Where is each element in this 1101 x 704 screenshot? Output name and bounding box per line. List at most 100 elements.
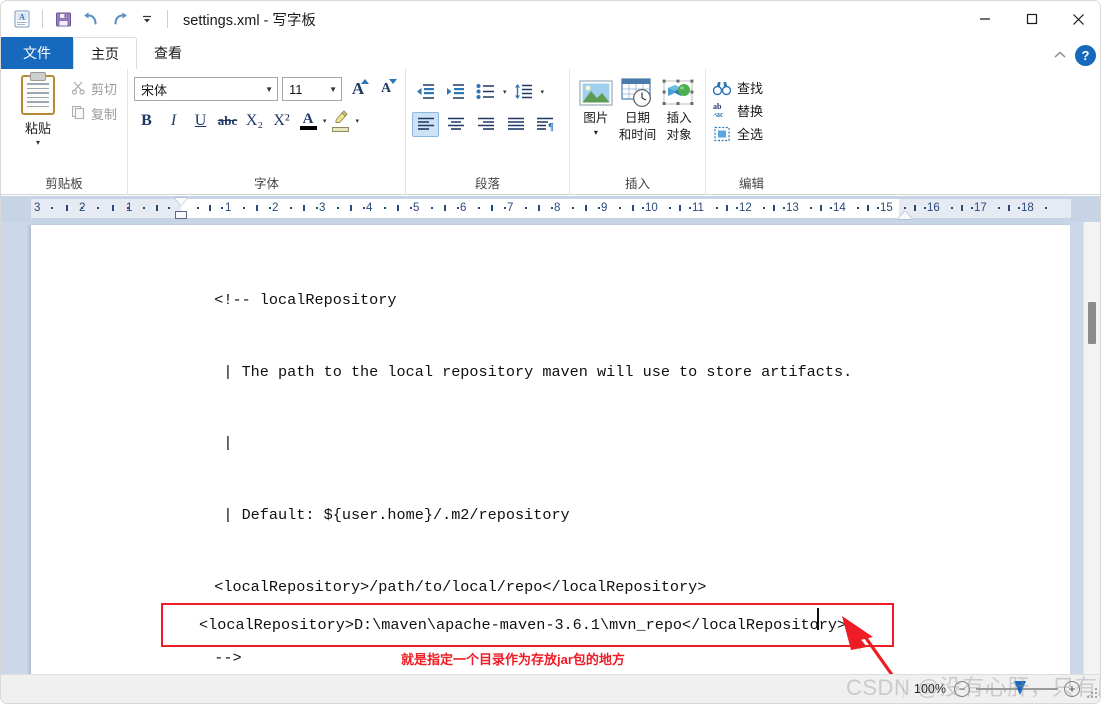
text-color-label: A — [302, 110, 314, 127]
copy-icon — [71, 105, 86, 123]
triangle-down-icon — [389, 79, 397, 84]
first-line-indent-marker[interactable] — [175, 198, 187, 206]
ribbon-group-clipboard: 粘贴 ▾ 剪切 复制 剪贴板 — [1, 69, 127, 195]
customize-qat-button[interactable] — [134, 6, 160, 32]
text-color-button[interactable]: A — [296, 110, 320, 130]
copy-button[interactable]: 复制 — [71, 104, 117, 123]
highlight-color-button[interactable] — [329, 109, 353, 132]
strikethrough-button[interactable]: abc — [215, 108, 240, 133]
zoom-level-label: 100% — [914, 682, 946, 696]
insert-picture-label: 图片 — [583, 111, 609, 125]
align-center-button[interactable] — [442, 112, 469, 137]
italic-button[interactable]: I — [161, 108, 186, 133]
insert-datetime-button[interactable]: 日期 和时间 — [618, 73, 658, 143]
replace-button[interactable]: ab ac 替换 — [712, 101, 763, 120]
ruler-tick: 2 — [272, 202, 279, 214]
paste-button[interactable]: 粘贴 ▾ — [7, 73, 69, 147]
underline-button[interactable]: U — [188, 108, 213, 133]
font-size-select[interactable]: 11 ▼ — [282, 77, 342, 101]
scrollbar-thumb[interactable] — [1088, 302, 1096, 344]
paragraph-group-label: 段落 — [474, 177, 500, 191]
highlighter-icon — [333, 109, 349, 127]
text-color-dropdown-icon[interactable]: ▾ — [323, 117, 327, 125]
tab-view[interactable]: 查看 — [137, 37, 199, 69]
paragraph-marks-button[interactable]: ¶ — [532, 112, 559, 137]
ruler-tick: 1 — [225, 202, 232, 214]
vertical-scrollbar[interactable] — [1083, 222, 1100, 676]
undo-button[interactable] — [78, 6, 104, 32]
bullet-list-button[interactable] — [472, 79, 499, 104]
maximize-button[interactable] — [1008, 1, 1055, 37]
resize-grip[interactable] — [1087, 688, 1099, 700]
find-button[interactable]: 查找 — [712, 78, 763, 97]
close-button[interactable] — [1055, 1, 1100, 37]
ruler-tick: 14 — [833, 202, 846, 214]
cut-label: 剪切 — [91, 82, 118, 97]
document-title: settings.xml - 写字板 — [183, 12, 316, 29]
insert-picture-button[interactable]: 图片 ▾ — [576, 73, 616, 137]
ruler-tick: 4 — [366, 202, 373, 214]
bold-button[interactable]: B — [134, 108, 159, 133]
tab-home[interactable]: 主页 — [73, 37, 137, 69]
svg-text:A: A — [19, 13, 25, 22]
collapse-ribbon-icon[interactable] — [1053, 48, 1067, 63]
paragraph-row-1: ▾ ▾ — [412, 73, 544, 104]
shrink-font-button[interactable]: A — [374, 77, 398, 101]
ruler-tick: 7 — [507, 202, 514, 214]
ribbon-group-insert: 图片 ▾ 日期 和时间 插入 对象 插入 — [569, 69, 705, 195]
wordpad-window: A settings.xml - 写字板 文件 主页 查看 ? 粘贴 ▾ 剪切 … — [0, 0, 1101, 704]
align-right-button[interactable] — [472, 112, 499, 137]
bullet-dropdown-icon[interactable]: ▾ — [503, 88, 507, 96]
right-indent-marker[interactable] — [898, 211, 912, 219]
highlight-dropdown-icon[interactable]: ▾ — [356, 117, 360, 125]
font-family-select[interactable]: 宋体 ▼ — [134, 77, 278, 101]
subscript-button[interactable]: X₂ — [242, 108, 267, 133]
align-justify-button[interactable] — [502, 112, 529, 137]
redo-button[interactable] — [106, 6, 132, 32]
ribbon-group-paragraph: ▾ ▾ ¶ 段落 — [405, 69, 569, 195]
replace-icon: ab ac — [712, 102, 732, 120]
save-button[interactable] — [50, 6, 76, 32]
insert-picture-dropdown-icon[interactable]: ▾ — [594, 128, 598, 137]
insert-datetime-label: 日期 — [625, 111, 651, 125]
line-spacing-button[interactable] — [510, 79, 537, 104]
insert-object-button[interactable]: 插入 对象 — [659, 73, 699, 143]
zoom-slider-track[interactable] — [976, 681, 1058, 695]
minimize-button[interactable] — [961, 1, 1008, 37]
doc-line: <localRepository>/path/to/local/repo</lo… — [196, 577, 707, 596]
wordpad-app-icon[interactable]: A — [9, 6, 35, 32]
left-indent-marker[interactable] — [175, 211, 187, 219]
select-all-button[interactable]: 全选 — [712, 124, 763, 143]
decrease-indent-button[interactable] — [412, 79, 439, 104]
doc-line: | — [196, 434, 233, 453]
window-controls — [961, 1, 1100, 37]
superscript-button[interactable]: X² — [269, 108, 294, 133]
zoom-slider-group[interactable]: − + — [954, 681, 1080, 697]
binoculars-icon — [712, 79, 732, 97]
ruler[interactable]: 3 2 1 1 2 3 4 5 6 7 8 9 10 11 12 13 14 1… — [1, 196, 1100, 222]
increase-indent-button[interactable] — [442, 79, 469, 104]
highlight-color-swatch — [332, 126, 350, 132]
ribbon: 粘贴 ▾ 剪切 复制 剪贴板 宋体 ▼ 11 ▼ A A B I U abc X… — [1, 69, 1100, 195]
ruler-tick: 16 — [927, 202, 940, 214]
paste-label: 粘贴 — [24, 121, 51, 136]
triangle-up-icon — [361, 79, 369, 84]
insert-datetime-sublabel: 和时间 — [618, 128, 657, 142]
zoom-in-button[interactable]: + — [1064, 681, 1080, 697]
tab-file[interactable]: 文件 — [1, 37, 73, 69]
grow-font-button[interactable]: A — [346, 77, 370, 101]
paste-dropdown-icon[interactable]: ▾ — [36, 139, 40, 147]
ruler-left-margin — [31, 199, 181, 218]
insert-group-label: 插入 — [624, 177, 650, 191]
help-button[interactable]: ? — [1075, 45, 1096, 66]
zoom-out-button[interactable]: − — [954, 681, 970, 697]
select-all-label: 全选 — [737, 127, 764, 142]
title-bar: A settings.xml - 写字板 — [1, 1, 1100, 37]
line-spacing-dropdown-icon[interactable]: ▾ — [541, 88, 545, 96]
doc-line: <!-- localRepository — [196, 290, 397, 309]
zoom-slider-handle[interactable] — [1014, 681, 1026, 695]
cut-button[interactable]: 剪切 — [71, 79, 117, 98]
align-left-button[interactable] — [412, 112, 439, 137]
replace-label: 替换 — [737, 104, 764, 119]
find-label: 查找 — [737, 81, 764, 96]
